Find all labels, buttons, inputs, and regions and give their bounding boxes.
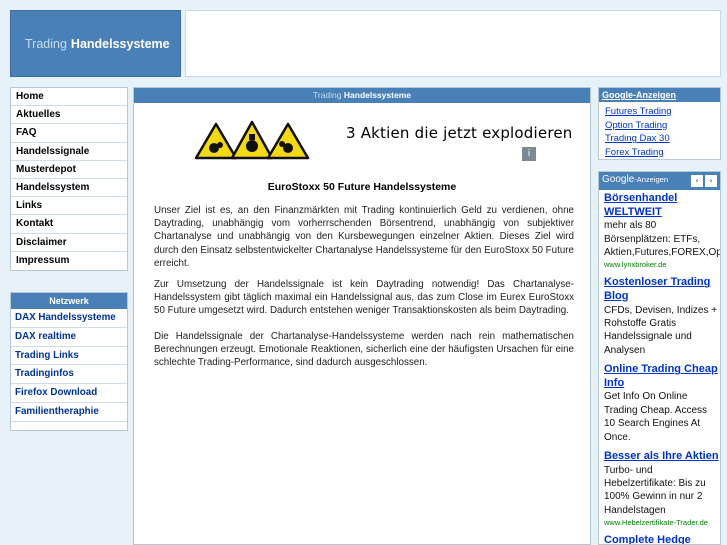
text-ad-body: Aktien,Futures,FOREX,Op (604, 247, 721, 258)
text-ad-body: Once. (604, 431, 631, 443)
text-ad-title[interactable]: Börsenhandel (604, 192, 720, 206)
netzwerk-spacer (11, 422, 127, 430)
nav-item-aktuelles[interactable]: Aktuelles (11, 106, 127, 125)
anzeigen-label: -Anzeigen (634, 175, 669, 184)
google-ad-link-futures-trading[interactable]: Futures Trading (599, 105, 720, 119)
text-ad-body: 100% Gewinn in nur 2 (604, 491, 703, 503)
text-ad[interactable]: Börsenhandel WELTWEIT mehr als 80 Börsenplä… (599, 192, 720, 270)
netzwerk-link-dax-handelssysteme[interactable]: DAX Handelssysteme (11, 309, 127, 328)
google-text-ads-box: Google-Anzeigen ‹ › Börsenhandel WELTWEIT… (598, 171, 721, 545)
text-ad-body: Rohstoffe Gratis (604, 318, 677, 329)
nav-item-faq[interactable]: FAQ (11, 124, 127, 143)
ad-banner-text: 3 Aktien die jetzt explodieren (346, 124, 573, 142)
google-ad-link-option-trading[interactable]: Option Trading (599, 119, 720, 133)
text-ad-title[interactable]: Kostenloser Trading (604, 276, 720, 290)
text-ad[interactable]: Besser als Ihre Aktien Turbo- und Hebelzer… (599, 450, 720, 528)
logo-word-handelssysteme: Handelssysteme (70, 36, 170, 51)
main-header-bar: Trading Handelssysteme (134, 88, 590, 103)
nav-item-kontakt[interactable]: Kontakt (11, 215, 127, 234)
netzwerk-link-dax-realtime[interactable]: DAX realtime (11, 328, 127, 347)
main-header-light: Trading (313, 90, 342, 100)
text-ad-title[interactable]: Online Trading Cheap (604, 363, 720, 377)
google-ads-title[interactable]: Google-Anzeigen (599, 88, 720, 102)
netzwerk-link-firefox-download[interactable]: Firefox Download (11, 384, 127, 403)
main-content: Trading Handelssysteme 3 Aktien die jetz… (133, 87, 591, 545)
text-ad-title[interactable]: WELTWEIT (604, 206, 720, 220)
google-ads-links-box: Google-Anzeigen Futures Trading Option T… (598, 87, 721, 160)
netzwerk-link-tradinginfos[interactable]: Tradinginfos (11, 365, 127, 385)
page-headline: EuroStoxx 50 Future Handelssysteme (267, 181, 457, 193)
text-ad-body: Turbo- und (604, 464, 653, 476)
google-label: Google-Anzeigen (602, 174, 668, 185)
prev-arrow-icon[interactable]: ‹ (691, 175, 703, 187)
text-ad-body: Handelstagen (604, 504, 666, 516)
text-ad-body: Handelssignale und (604, 331, 692, 343)
text-ad-body: Get Info On Online (604, 391, 688, 403)
nav-item-links[interactable]: Links (11, 197, 127, 216)
nav-item-disclaimer[interactable]: Disclaimer (11, 234, 127, 252)
text-ad[interactable]: Kostenloser Trading Blog CFDs, Devisen, In… (599, 276, 720, 357)
site-logo[interactable]: Trading Handelssysteme (10, 10, 181, 77)
google-ad-link-forex-trading[interactable]: Forex Trading (599, 146, 720, 160)
nav-item-handelssignale[interactable]: Handelssignale (11, 143, 127, 161)
ad-banner[interactable]: 3 Aktien die jetzt explodieren i (192, 116, 572, 164)
main-header-bold: Handelssysteme (343, 90, 411, 100)
intro-paragraph: Unser Ziel ist es, an den Finanzmärkten … (154, 205, 574, 269)
nav-item-musterdepot[interactable]: Musterdepot (11, 161, 127, 179)
next-arrow-icon[interactable]: › (705, 175, 717, 187)
text-ad-body: Trading Cheap. Access (604, 404, 708, 416)
netzwerk-link-familientheraphie[interactable]: Familientheraphie (11, 403, 127, 422)
signals-paragraph: Zur Umsetzung der Handelssignale ist kei… (154, 279, 574, 317)
netzwerk-link-trading-links[interactable]: Trading Links (11, 347, 127, 366)
google-ad-link-trading-dax-30[interactable]: Trading Dax 30 (599, 132, 720, 146)
google-text-ads-header: Google-Anzeigen ‹ › (599, 172, 720, 190)
header-banner (185, 10, 721, 77)
text-ads-list: Börsenhandel WELTWEIT mehr als 80 Börsenplä… (599, 190, 720, 544)
text-ad-title[interactable]: Blog (604, 290, 720, 304)
text-ad-title[interactable]: Besser als Ihre Aktien (604, 450, 720, 464)
nav-item-home[interactable]: Home (11, 88, 127, 107)
text-ad-title[interactable]: Info (604, 377, 720, 391)
text-ad-url[interactable]: www.Hebelzertifikate-Trader.de (604, 517, 720, 528)
text-ad[interactable]: Online Trading Cheap Info Get Info On Onli… (599, 363, 720, 444)
nav-item-impressum[interactable]: Impressum (11, 252, 127, 270)
nav-item-handelssystem[interactable]: Handelssystem (11, 179, 127, 198)
text-ad-title[interactable]: Complete Hedge (604, 534, 720, 544)
text-ad-url[interactable]: www.lynxbroker.de (604, 259, 720, 270)
google-label-text: Google (602, 174, 635, 185)
text-ad-body: 10 Search Engines At (604, 418, 701, 430)
warning-signs-icon (194, 120, 310, 160)
calculation-paragraph: Die Handelssignale der Chartanalyse-Hand… (154, 331, 574, 369)
ad-info-icon[interactable]: i (522, 147, 536, 161)
logo-word-trading: Trading (25, 36, 67, 51)
text-ad-body: Analysen (604, 344, 646, 356)
netzwerk-box: Netzwerk DAX Handelssysteme DAX realtime… (10, 292, 128, 431)
text-ad-body: mehr als 80 (604, 220, 657, 232)
text-ad-body: Hebelzertifikate: Bis zu (604, 478, 706, 490)
main-navigation: Home Aktuelles FAQ Handelssignale Muster… (10, 87, 128, 271)
text-ad[interactable]: Complete Hedge (599, 534, 720, 544)
text-ad-body: Börsenplätzen: ETFs, (604, 233, 701, 245)
netzwerk-title: Netzwerk (11, 293, 127, 309)
ad-pager: ‹ › (691, 175, 717, 187)
text-ad-body: CFDs, Devisen, Indizes + (604, 304, 718, 316)
